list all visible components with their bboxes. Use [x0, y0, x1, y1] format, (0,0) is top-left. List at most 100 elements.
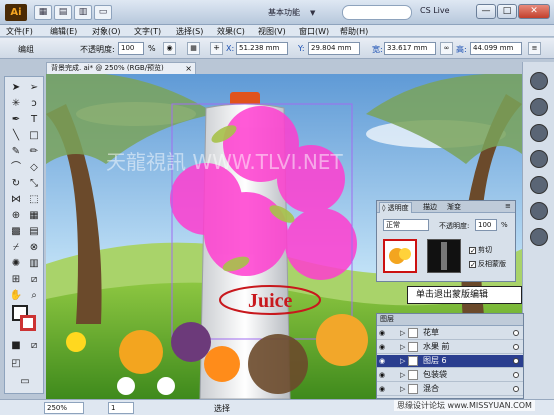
visibility-eye-icon[interactable]: ◉ — [379, 385, 388, 393]
height-input[interactable]: 44.099 mm — [470, 42, 522, 55]
color-mode-icon[interactable]: ■ — [8, 339, 24, 353]
link-proportions-icon[interactable]: ∞ — [440, 42, 453, 55]
opacity-label[interactable]: 不透明度: — [80, 44, 115, 55]
slice-tool-icon[interactable]: ⧄ — [26, 273, 42, 287]
artboard-tool-icon[interactable]: ⊞ — [8, 273, 24, 287]
swatches-panel-icon[interactable] — [530, 124, 548, 142]
current-tool-status[interactable]: 选择 — [214, 403, 230, 414]
invert-mask-checkbox[interactable]: ✓ 反相蒙版 — [469, 259, 506, 269]
magic-wand-tool-icon[interactable]: ✳ — [8, 97, 24, 111]
hand-tool-icon[interactable]: ✋ — [8, 289, 24, 303]
width-input[interactable]: 33.617 mm — [384, 42, 436, 55]
layer-row[interactable]: ◉ ▷ 花草 — [377, 327, 523, 340]
visibility-eye-icon[interactable]: ◉ — [379, 371, 388, 379]
document-tab[interactable]: 背景完成. ai* @ 250% (RGB/预览) × — [46, 62, 196, 74]
clip-checkbox[interactable]: ✓ 剪切 — [469, 245, 492, 255]
menu-type[interactable]: 文字(T) — [134, 26, 161, 37]
expand-triangle-icon[interactable]: ▷ — [400, 355, 405, 367]
selection-tool-icon[interactable]: ➤ — [8, 81, 24, 95]
visibility-eye-icon[interactable]: ◉ — [379, 343, 388, 351]
scale-tool-icon[interactable]: ⤡ — [26, 177, 42, 191]
opacity-input[interactable]: 100 — [118, 42, 144, 55]
menu-select[interactable]: 选择(S) — [176, 26, 203, 37]
close-tab-icon[interactable]: × — [185, 63, 192, 74]
menu-effect[interactable]: 效果(C) — [217, 26, 245, 37]
brushes-panel-icon[interactable] — [530, 150, 548, 168]
gradient-tool-icon[interactable]: ▤ — [26, 225, 42, 239]
panel-menu-icon[interactable]: ≡ — [528, 42, 541, 55]
chevron-down-icon[interactable]: ▼ — [310, 9, 315, 17]
eraser-tool-icon[interactable]: ◇ — [26, 161, 42, 175]
layer-row[interactable]: ◉ ▷ 包装袋 — [377, 369, 523, 382]
free-transform-tool-icon[interactable]: ⬚ — [26, 193, 42, 207]
mesh-tool-icon[interactable]: ▩ — [8, 225, 24, 239]
menu-window[interactable]: 窗口(W) — [299, 26, 329, 37]
tab-stroke[interactable]: 描边 — [421, 202, 439, 213]
appearance-panel-icon[interactable] — [530, 228, 548, 246]
graphic-styles-icon[interactable] — [530, 202, 548, 220]
menu-help[interactable]: 帮助(H) — [340, 26, 368, 37]
style-swatch-icon[interactable]: ◉ — [163, 42, 176, 55]
width-tool-icon[interactable]: ⋈ — [8, 193, 24, 207]
draw-mode-icon[interactable]: ◰ — [8, 357, 24, 371]
menu-edit[interactable]: 编辑(E) — [50, 26, 77, 37]
color-panel-icon[interactable] — [530, 72, 548, 90]
blend-mode-select[interactable]: 正常 — [383, 219, 429, 231]
target-icon[interactable] — [513, 358, 519, 364]
expand-triangle-icon[interactable]: ▷ — [400, 341, 405, 353]
visibility-eye-icon[interactable]: ◉ — [379, 357, 388, 365]
rotate-tool-icon[interactable]: ↻ — [8, 177, 24, 191]
rectangle-tool-icon[interactable]: □ — [26, 129, 42, 143]
cs-live-menu[interactable]: CS Live — [420, 6, 450, 15]
color-guide-icon[interactable] — [530, 98, 548, 116]
target-icon[interactable] — [513, 386, 519, 392]
layers-panel-title[interactable]: 图层 — [377, 314, 523, 326]
blob-brush-tool-icon[interactable]: ⌒ — [8, 161, 24, 175]
expand-triangle-icon[interactable]: ▷ — [400, 327, 405, 339]
layer-row-selected[interactable]: ◉ ▷ 图层 6 — [377, 355, 523, 368]
target-icon[interactable] — [513, 372, 519, 378]
target-icon[interactable] — [513, 344, 519, 350]
menu-file[interactable]: 文件(F) — [6, 26, 33, 37]
zoom-tool-icon[interactable]: ⌕ — [26, 289, 42, 303]
column-graph-tool-icon[interactable]: ▥ — [26, 257, 42, 271]
maximize-button[interactable]: □ — [497, 4, 517, 19]
expand-triangle-icon[interactable]: ▷ — [400, 383, 405, 395]
minimize-button[interactable]: — — [476, 4, 496, 19]
eyedropper-tool-icon[interactable]: ⌿ — [8, 241, 24, 255]
menu-object[interactable]: 对象(O) — [92, 26, 121, 37]
symbols-panel-icon[interactable] — [530, 176, 548, 194]
paintbrush-tool-icon[interactable]: ✎ — [8, 145, 24, 159]
pen-tool-icon[interactable]: ✒ — [8, 113, 24, 127]
tab-gradient[interactable]: 渐变 — [445, 202, 463, 213]
type-tool-icon[interactable]: T — [26, 113, 42, 127]
mask-thumbnail[interactable] — [427, 239, 461, 273]
workspace-switcher[interactable]: 基本功能 — [268, 7, 300, 18]
target-icon[interactable] — [513, 330, 519, 336]
none-mode-icon[interactable]: ⧄ — [26, 339, 42, 353]
tab-transparency[interactable]: ◊ 透明度 — [379, 202, 412, 213]
artwork-thumbnail[interactable] — [383, 239, 417, 273]
stroke-swatch[interactable] — [20, 315, 36, 331]
direct-selection-tool-icon[interactable]: ➢ — [26, 81, 42, 95]
opacity-input[interactable]: 100 — [475, 219, 497, 231]
close-button[interactable]: ✕ — [518, 4, 550, 19]
line-tool-icon[interactable]: ╲ — [8, 129, 24, 143]
arrange-documents-icon[interactable]: ▥ — [74, 5, 92, 20]
align-icon[interactable]: ▦ — [187, 42, 200, 55]
zoom-select[interactable]: 250% — [44, 402, 84, 414]
screen-mode-icon[interactable]: ▭ — [94, 5, 112, 20]
reference-point-icon[interactable]: ⁜ — [210, 42, 223, 55]
perspective-grid-tool-icon[interactable]: ▦ — [26, 209, 42, 223]
artboard-number-input[interactable]: 1 — [108, 402, 134, 414]
y-input[interactable]: 29.804 mm — [308, 42, 360, 55]
shape-builder-tool-icon[interactable]: ⊕ — [8, 209, 24, 223]
layer-row[interactable]: ◉ ▷ 水果 前 — [377, 341, 523, 354]
panel-menu-icon[interactable]: ≡ — [503, 202, 513, 213]
symbol-sprayer-tool-icon[interactable]: ✺ — [8, 257, 24, 271]
x-input[interactable]: 51.238 mm — [236, 42, 288, 55]
layer-row[interactable]: ◉ ▷ 混合 — [377, 383, 523, 396]
screen-mode-toggle-icon[interactable]: ▭ — [17, 375, 33, 389]
expand-triangle-icon[interactable]: ▷ — [400, 369, 405, 381]
search-field[interactable] — [342, 5, 412, 20]
